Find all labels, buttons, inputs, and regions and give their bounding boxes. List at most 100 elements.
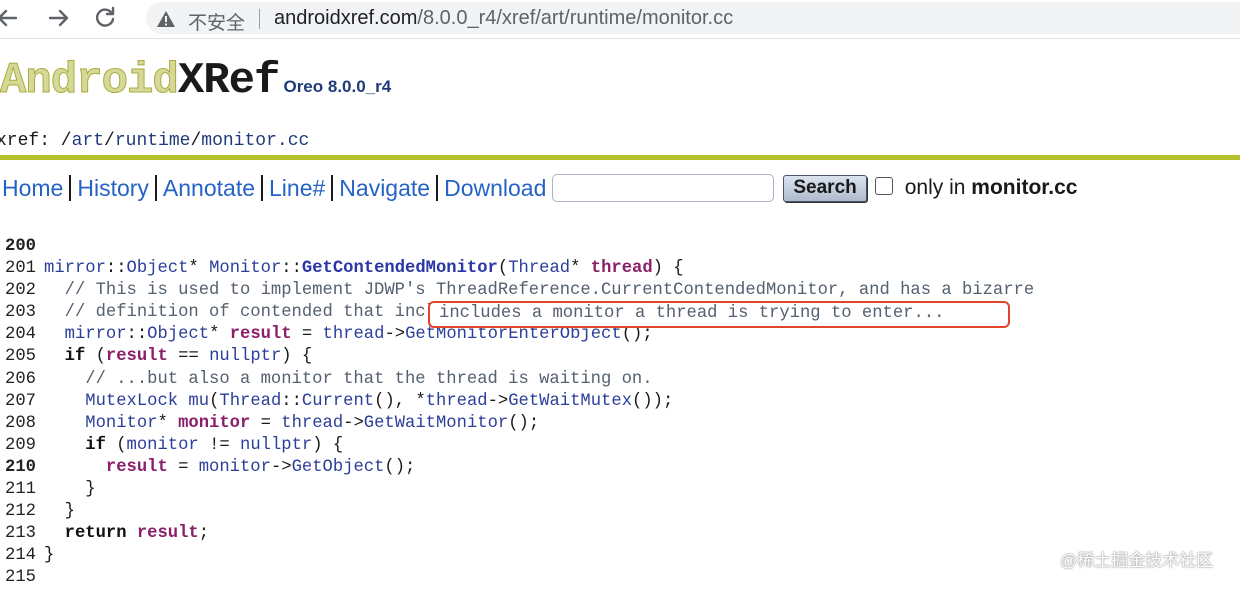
code-line: 209 if (monitor != nullptr) { bbox=[0, 435, 1240, 457]
code-symbol-link[interactable]: Thread bbox=[219, 392, 281, 411]
breadcrumb-separator: / bbox=[104, 131, 115, 151]
code-symbol-link[interactable]: result bbox=[106, 458, 168, 477]
code-text: (); bbox=[508, 413, 540, 433]
back-button[interactable] bbox=[0, 4, 22, 32]
code-text: = bbox=[291, 325, 323, 345]
code-symbol-link[interactable]: result bbox=[106, 347, 168, 366]
code-symbol-link[interactable]: Monitor bbox=[209, 259, 281, 278]
code-line: 210 result = monitor->GetObject(); bbox=[0, 457, 1240, 479]
code-symbol-link[interactable]: monitor bbox=[178, 414, 250, 433]
code-symbol-link[interactable]: result bbox=[230, 325, 292, 344]
breadcrumb-link-runtime[interactable]: runtime bbox=[115, 131, 191, 151]
menu-separator bbox=[436, 175, 439, 201]
code-symbol-link[interactable]: nullptr bbox=[240, 436, 312, 455]
search-input[interactable] bbox=[552, 174, 775, 202]
line-number-link[interactable]: 214 bbox=[0, 545, 36, 567]
menu-separator bbox=[331, 175, 334, 201]
logo-xref-text: XRef bbox=[177, 56, 281, 106]
line-number-link[interactable]: 204 bbox=[0, 324, 36, 346]
code-symbol-link[interactable]: MutexLock bbox=[85, 392, 178, 411]
code-text: (); bbox=[621, 325, 653, 345]
code-line: 202 // This is used to implement JDWP's … bbox=[0, 280, 1240, 302]
line-number-link[interactable]: 205 bbox=[0, 346, 36, 368]
code-text: == bbox=[167, 347, 210, 367]
code-symbol-link[interactable]: Object bbox=[147, 325, 209, 344]
menu-history[interactable]: History bbox=[77, 175, 149, 202]
line-number-link[interactable]: 208 bbox=[0, 413, 36, 435]
address-bar[interactable]: 不安全 androidxref.com/8.0.0_r4/xref/art/ru… bbox=[146, 2, 1240, 34]
breadcrumb-link-file[interactable]: monitor.cc bbox=[201, 131, 309, 151]
arrow-left-icon bbox=[0, 9, 18, 27]
code-symbol-link[interactable]: Current bbox=[302, 392, 374, 411]
code-line: 211 } bbox=[0, 479, 1240, 501]
menu-download[interactable]: Download bbox=[444, 175, 546, 202]
line-number-link[interactable]: 215 bbox=[0, 567, 36, 589]
menu-separator bbox=[261, 175, 264, 201]
line-number-link[interactable]: 209 bbox=[0, 435, 36, 457]
line-number-link[interactable]: 207 bbox=[0, 391, 36, 413]
line-number-link[interactable]: 201 bbox=[0, 258, 36, 280]
menu-line-numbers[interactable]: Line# bbox=[269, 175, 325, 202]
code-text: ) { bbox=[312, 435, 344, 455]
code-symbol-link[interactable]: monitor bbox=[127, 436, 199, 455]
reload-icon bbox=[95, 6, 115, 27]
code-text: } bbox=[44, 546, 55, 566]
code-symbol-link[interactable]: Object bbox=[127, 259, 189, 278]
code-symbol-link[interactable]: thread bbox=[426, 392, 488, 411]
annotation-highlight-box: includes a monitor a thread is trying to… bbox=[428, 301, 1010, 328]
code-line: 213 return result; bbox=[0, 523, 1240, 545]
code-text: } bbox=[44, 502, 75, 522]
logo-android-text: Android bbox=[0, 56, 179, 107]
code-symbol-link[interactable]: mirror bbox=[44, 259, 106, 278]
menu-annotate[interactable]: Annotate bbox=[163, 175, 255, 202]
line-number-link[interactable]: 206 bbox=[0, 369, 36, 391]
code-text: = bbox=[250, 413, 282, 433]
search-button[interactable]: Search bbox=[783, 174, 867, 202]
code-symbol-link[interactable]: nullptr bbox=[209, 347, 281, 366]
code-symbol-link[interactable]: GetContendedMonitor bbox=[302, 259, 498, 278]
code-text: -> bbox=[270, 457, 292, 477]
url-text[interactable]: androidxref.com/8.0.0_r4/xref/art/runtim… bbox=[274, 7, 733, 30]
code-symbol-link[interactable]: GetObject bbox=[292, 458, 385, 477]
security-label[interactable]: 不安全 bbox=[188, 8, 245, 35]
menu-home[interactable]: Home bbox=[2, 175, 63, 202]
line-number-link[interactable]: 210 bbox=[0, 457, 36, 479]
code-text: ( bbox=[85, 347, 106, 367]
line-number-link[interactable]: 202 bbox=[0, 280, 36, 302]
code-text: = bbox=[167, 457, 199, 477]
code-line: 212 } bbox=[0, 501, 1240, 523]
code-symbol-link[interactable]: mu bbox=[188, 392, 209, 411]
code-symbol-link[interactable]: Monitor bbox=[85, 414, 157, 433]
code-symbol-link[interactable]: thread bbox=[323, 325, 385, 344]
arrow-right-icon bbox=[48, 9, 69, 27]
breadcrumb-separator: / bbox=[190, 131, 202, 151]
code-keyword: if bbox=[85, 435, 106, 455]
code-symbol-link[interactable]: mirror bbox=[65, 325, 127, 344]
code-symbol-link[interactable]: GetWaitMonitor bbox=[364, 414, 508, 433]
menu-navigate[interactable]: Navigate bbox=[339, 175, 430, 202]
only-in-file-checkbox[interactable] bbox=[874, 177, 893, 195]
code-symbol-link[interactable]: thread bbox=[281, 414, 343, 433]
code-line: 205 if (result == nullptr) { bbox=[0, 346, 1240, 368]
warning-triangle-icon bbox=[157, 11, 175, 27]
line-number-link[interactable]: 212 bbox=[0, 501, 36, 523]
menu-bar: Home History Annotate Line# Navigate Dow… bbox=[2, 173, 1078, 203]
code-symbol-link[interactable]: result bbox=[137, 524, 199, 543]
breadcrumb-link-art[interactable]: art bbox=[72, 131, 104, 151]
code-comment: // ...but also a monitor that the thread… bbox=[44, 369, 653, 389]
code-symbol-link[interactable]: GetWaitMutex bbox=[508, 392, 632, 411]
line-number-link[interactable]: 200 bbox=[0, 236, 36, 258]
reload-button[interactable] bbox=[91, 4, 119, 32]
code-symbol-link[interactable]: monitor bbox=[199, 458, 271, 477]
line-number-link[interactable]: 211 bbox=[0, 479, 36, 501]
androidxref-logo[interactable]: AndroidXRef Oreo 8.0.0_r4 bbox=[0, 56, 391, 107]
line-number-link[interactable]: 203 bbox=[0, 302, 36, 324]
code-symbol-link[interactable]: Thread bbox=[508, 259, 570, 278]
forward-button[interactable] bbox=[44, 4, 72, 32]
code-text: * bbox=[209, 325, 230, 345]
line-number-link[interactable]: 213 bbox=[0, 523, 36, 545]
code-symbol-link[interactable]: thread bbox=[591, 259, 653, 278]
code-symbol-link[interactable]: GetMonitorEnterObject bbox=[405, 325, 622, 344]
